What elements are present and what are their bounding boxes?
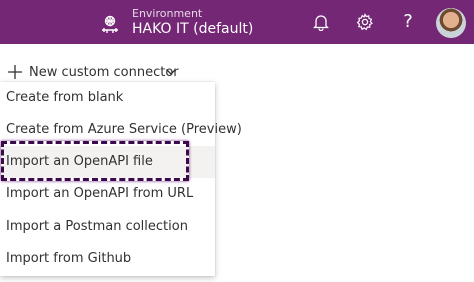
new-custom-connector-button[interactable]: New custom connector [29,65,179,80]
avatar[interactable] [436,8,466,38]
plus-icon [8,65,22,79]
menu-item-create-from-blank[interactable]: Create from blank [0,82,215,114]
highlight-annotation-box [1,141,189,181]
menu-item-import-postman-collection[interactable]: Import a Postman collection [0,211,215,243]
settings-button[interactable] [354,11,376,33]
environment-icon [102,15,118,33]
chevron-down-icon[interactable] [165,66,177,78]
menu-item-import-from-github[interactable]: Import from Github [0,243,215,275]
notifications-button[interactable] [310,11,332,33]
help-icon: ? [403,11,413,32]
gear-icon [356,13,373,31]
top-header-bar: Environment HAKO IT (default) ? [0,0,474,44]
menu-item-import-openapi-url[interactable]: Import an OpenAPI from URL [0,178,215,210]
bell-icon [313,15,329,31]
environment-name[interactable]: HAKO IT (default) [132,21,253,38]
environment-caption: Environment [132,7,203,20]
help-button[interactable]: ? [397,11,419,33]
